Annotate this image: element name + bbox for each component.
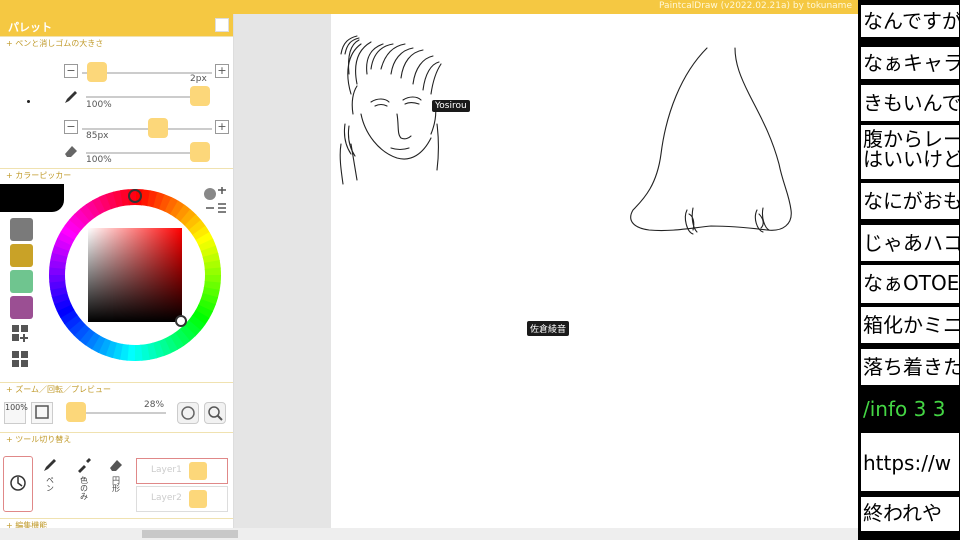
pen-size-value: 2px — [190, 74, 207, 84]
pen-size-plus-button[interactable]: + — [215, 64, 229, 78]
eraser-size-slider-thumb[interactable] — [148, 118, 168, 138]
horizontal-scrollbar[interactable] — [0, 528, 858, 540]
palette-close-button[interactable] — [215, 18, 229, 32]
pen-tool-icon — [44, 459, 56, 471]
eraser-opacity-value: 100% — [86, 155, 112, 165]
eraser-size-slider-track[interactable] — [82, 128, 212, 130]
magnifier-icon — [208, 406, 223, 421]
zoom-reset-button[interactable]: 100% — [4, 402, 28, 424]
section-tools[interactable]: + ツール切り替え — [0, 432, 233, 446]
pen-opacity-slider-track[interactable] — [86, 96, 206, 98]
comment-12: 終われや — [860, 496, 960, 532]
comment-10: /info 3 3 — [860, 390, 960, 428]
comment-1: なんですが — [860, 4, 960, 38]
pen-tool-label: ペン — [45, 476, 55, 492]
add-swatch-icon[interactable] — [11, 324, 33, 344]
section-zoom[interactable]: + ズーム／回転／プレビュー — [0, 382, 233, 396]
user-label-yosirou: Yosirou — [432, 100, 470, 112]
preview-button[interactable] — [204, 402, 226, 424]
layer-1-thumbnail — [189, 462, 207, 480]
pen-size-slider-thumb[interactable] — [87, 62, 107, 82]
pen-opacity-value: 100% — [86, 100, 112, 110]
palette-panel: パレット + ペンと消しゴムの大きさ − 2px + 100% − 85px + — [0, 14, 245, 532]
zoom-section: 100% 28% — [0, 396, 233, 432]
comment-8: 箱化かミニ — [860, 306, 960, 344]
canvas-margin — [234, 14, 331, 528]
rotate-reset-button[interactable] — [177, 402, 199, 424]
eyedropper-tool-button[interactable]: 色のみ — [69, 456, 99, 512]
palette-header[interactable]: パレット — [0, 14, 233, 36]
pen-size-section: − 2px + 100% − 85px + 100% — [0, 50, 233, 165]
layer-2-label: Layer2 — [151, 493, 182, 503]
app-window: PaintcalDraw (v2022.02.21a) by tokuname … — [0, 0, 960, 540]
eyedropper-tool-label: 色のみ — [79, 476, 89, 500]
brush-preview — [27, 100, 30, 103]
swatch-3[interactable] — [10, 270, 33, 293]
pen-opacity-slider-thumb[interactable] — [190, 86, 210, 106]
rotate-icon — [181, 406, 195, 420]
eraser-opacity-slider-thumb[interactable] — [190, 142, 210, 162]
swatch-1[interactable] — [10, 218, 33, 241]
comment-3: きもいんで — [860, 84, 960, 122]
zoom-value: 28% — [144, 400, 165, 410]
layer-1-item[interactable]: Layer1 ← — [136, 458, 245, 484]
swatch-4[interactable] — [10, 296, 33, 319]
color-wheel[interactable] — [46, 186, 224, 364]
comment-9: 落ち着きた — [860, 348, 960, 386]
color-picker-section — [0, 182, 233, 382]
comment-stream: なんですが なぁキャラ( きもいんで 腹からレー はいいけど なにがおも じゃあ… — [858, 0, 960, 540]
comment-6: じゃあハコ — [860, 224, 960, 262]
layer-1-label: Layer1 — [151, 465, 182, 475]
comment-2: なぁキャラ( — [860, 46, 960, 80]
palette-title: パレット — [8, 21, 52, 34]
pen-tool-button[interactable]: ペン — [35, 456, 65, 512]
app-title: PaintcalDraw (v2022.02.21a) by tokuname — [659, 1, 852, 11]
eraser-icon — [65, 146, 77, 157]
tool-section: ペン 色のみ 円形 Layer1 ← Layer2 + — [0, 446, 245, 518]
comment-5: なにがおも — [860, 182, 960, 220]
comment-11: https://w — [860, 432, 960, 492]
hand-icon — [10, 475, 26, 491]
comment-7: なぁOTOE — [860, 264, 960, 304]
section-pen-size[interactable]: + ペンと消しゴムの大きさ — [0, 36, 233, 50]
zoom-slider-thumb[interactable] — [66, 402, 86, 422]
eraser-size-minus-button[interactable]: − — [64, 120, 78, 134]
drawing-strokes — [339, 35, 792, 235]
section-color-picker[interactable]: + カラーピッカー — [0, 168, 233, 182]
swatch-2[interactable] — [10, 244, 33, 267]
horizontal-scrollbar-thumb[interactable] — [142, 530, 238, 538]
fit-screen-icon — [35, 405, 49, 419]
eyedropper-icon — [78, 458, 91, 473]
shape-tool-button[interactable]: 円形 — [101, 456, 131, 512]
sv-handle[interactable] — [175, 315, 187, 327]
eraser-size-plus-button[interactable]: + — [215, 120, 229, 134]
layer-2-item[interactable]: Layer2 + — [136, 486, 243, 512]
layer-2-thumbnail — [189, 490, 207, 508]
top-bar: PaintcalDraw (v2022.02.21a) by tokuname — [0, 0, 858, 14]
pen-icon — [65, 91, 77, 103]
comment-4-line-2: はいいけど — [863, 147, 960, 171]
hand-tool-button[interactable] — [3, 456, 33, 512]
fit-screen-button[interactable] — [31, 402, 53, 424]
drawing-canvas[interactable]: Yosirou 佐倉綾音 — [331, 14, 858, 528]
eraser-tool-icon — [110, 460, 122, 471]
comment-4: 腹からレー はいいけど — [860, 124, 960, 180]
user-label-sakura: 佐倉綾音 — [527, 321, 570, 336]
swatch-grid-icon[interactable] — [11, 350, 33, 370]
eraser-size-value: 85px — [86, 131, 109, 141]
eraser-opacity-slider-track[interactable] — [86, 152, 206, 154]
shape-tool-label: 円形 — [111, 476, 121, 492]
pen-size-minus-button[interactable]: − — [64, 64, 78, 78]
